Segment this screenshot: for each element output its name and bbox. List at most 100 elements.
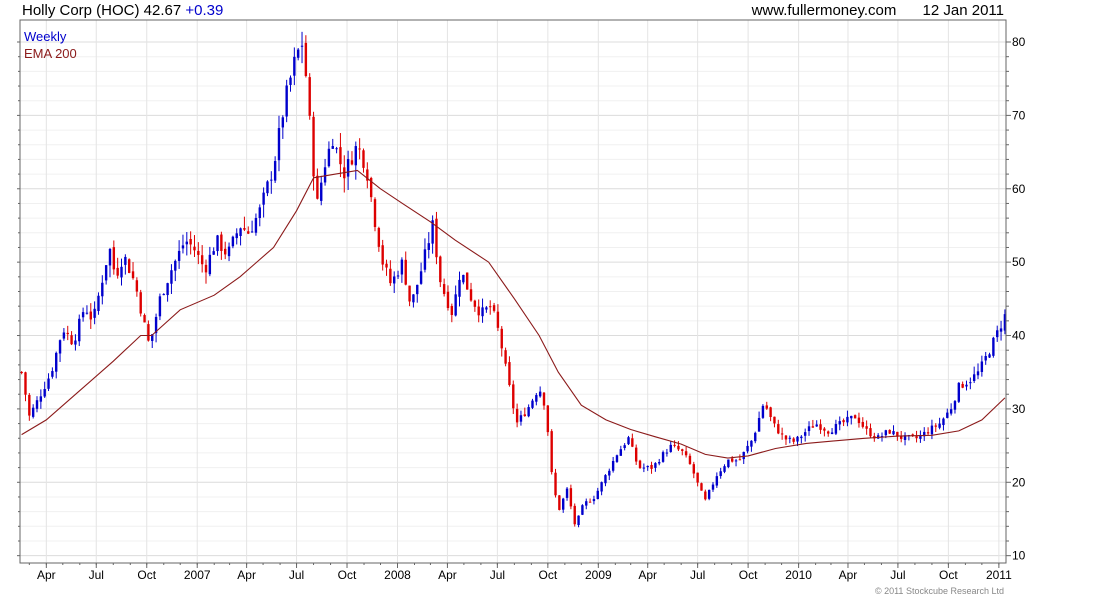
y-tick-label: 10 [1012,549,1026,563]
y-tick-label: 30 [1012,402,1026,416]
candle [81,307,85,322]
candle [627,435,630,446]
candle [869,423,872,438]
x-tick-label: Jul [89,568,104,582]
candle [654,462,657,472]
candle [43,381,46,398]
candle [569,484,573,510]
candle [773,416,776,428]
candle [101,275,104,305]
candle [577,515,580,528]
candle [154,313,158,343]
candle [331,138,334,149]
candle [227,242,231,262]
candle [151,334,154,348]
ema-200-line [21,169,1006,459]
candle [427,232,430,259]
candle [865,420,868,435]
candle [704,489,707,501]
candle [89,303,92,329]
candle [285,79,288,123]
candle [55,351,58,379]
candle [784,434,788,445]
x-tick-label: Jul [289,568,304,582]
candle [800,435,803,444]
candle [535,392,538,406]
candle [216,234,219,256]
candle [408,285,411,307]
candle [615,454,619,463]
x-tick-label: Jul [890,568,905,582]
candle [377,226,381,252]
candle [727,459,730,469]
candle [393,271,396,294]
candle [404,251,407,286]
candle [112,240,116,275]
candle [681,448,684,456]
candle [757,411,761,432]
candle [903,432,907,446]
copyright-notice: © 2011 Stockcube Research Ltd [874,586,1004,596]
candle [996,325,999,342]
candle [711,482,715,492]
candle [108,247,112,278]
candle [97,292,100,315]
x-tick-label: Jul [690,568,705,582]
candle [300,31,304,64]
candle [562,497,565,513]
candle [953,400,957,414]
x-tick-label: 2011 [986,568,1012,582]
candle [803,428,807,442]
candle [416,284,419,303]
candle [754,431,757,444]
candle [600,481,603,496]
candle [262,187,265,218]
candle [827,430,830,437]
candle [200,245,204,273]
candle [358,138,361,160]
candle [35,396,39,413]
candle [400,257,404,283]
candle [289,75,292,92]
candle [135,277,139,297]
candle [984,351,987,365]
candle [465,272,469,290]
candle [842,418,845,427]
candle [876,433,880,440]
candle [166,282,169,302]
candle [588,498,592,503]
candle [362,148,365,173]
candle [62,328,66,341]
candle [673,440,676,448]
x-tick-label: 2010 [785,568,812,582]
candle [538,386,542,398]
candle [162,293,165,296]
candle [224,241,227,260]
y-tick-label: 20 [1012,475,1026,489]
candle [343,155,346,193]
candle [550,429,553,475]
candle [531,398,534,410]
y-tick-label: 80 [1012,35,1026,49]
legend-weekly: Weekly [24,29,67,44]
candle [442,278,446,297]
candle [919,430,922,443]
candle [581,504,584,516]
candle [481,298,484,323]
candle [623,443,626,451]
candle [861,417,864,429]
candle [915,430,918,443]
candle [139,289,142,317]
candle [707,489,711,501]
candle [177,240,181,269]
candle [339,133,342,178]
candle [439,255,442,288]
candle [742,451,745,464]
candle [335,146,338,154]
candle [273,156,277,183]
candle [174,259,177,282]
candle [74,334,77,351]
candle [131,262,135,280]
candle [669,440,672,453]
candle [39,389,43,409]
